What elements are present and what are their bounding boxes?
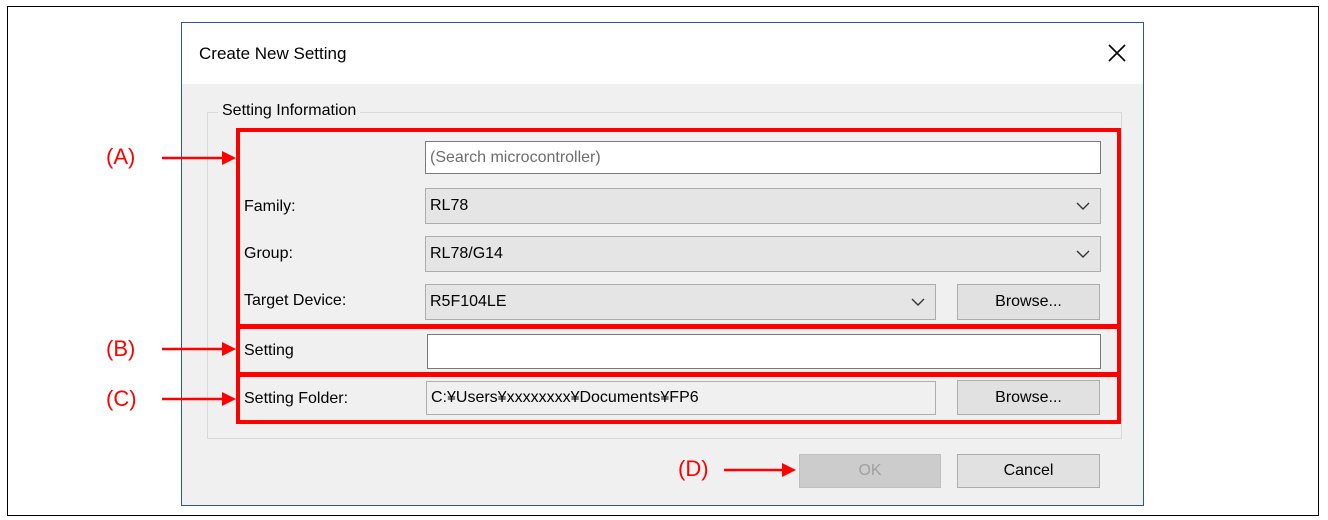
setting-information-label: Setting Information: [218, 102, 361, 120]
callout-b-arrow-icon: [162, 342, 236, 356]
browse-label: Browse...: [995, 293, 1062, 310]
setting-folder-browse-button[interactable]: Browse...: [957, 380, 1100, 415]
group-select[interactable]: RL78/G14: [425, 236, 1101, 272]
setting-folder-input[interactable]: C:¥Users¥xxxxxxxx¥Documents¥FP6: [426, 381, 936, 415]
setting-folder-label: Setting Folder:: [244, 390, 349, 407]
group-label: Group:: [244, 245, 293, 262]
callout-a-label: (A): [106, 144, 136, 169]
setting-folder-value: C:¥Users¥xxxxxxxx¥Documents¥FP6: [431, 389, 699, 406]
search-microcontroller-input[interactable]: (Search microcontroller): [425, 141, 1101, 174]
setting-label: Setting: [244, 342, 294, 359]
callout-c-label: (C): [106, 386, 137, 411]
family-label: Family:: [244, 198, 296, 215]
dialog-title: Create New Setting: [199, 44, 347, 63]
target-device-value: R5F104LE: [430, 293, 507, 310]
callout-b-label: (B): [106, 336, 136, 361]
close-icon: [1108, 44, 1126, 62]
cancel-button[interactable]: Cancel: [957, 454, 1100, 488]
callout-a-arrow-icon: [162, 151, 236, 165]
chevron-down-icon: [1076, 202, 1090, 210]
target-device-select[interactable]: R5F104LE: [425, 284, 936, 320]
callout-c-arrow-icon: [162, 392, 236, 406]
create-new-setting-dialog: Create New Setting Setting Information (…: [181, 22, 1144, 506]
family-select[interactable]: RL78: [425, 188, 1101, 224]
callout-d-label: (D): [678, 456, 709, 481]
family-value: RL78: [430, 197, 469, 214]
title-bar: Create New Setting: [182, 23, 1143, 84]
setting-name-input[interactable]: [427, 334, 1101, 369]
search-placeholder: (Search microcontroller): [430, 148, 601, 166]
chevron-down-icon: [1076, 250, 1090, 258]
callout-d-arrow-icon: [724, 463, 796, 477]
folder-browse-label: Browse...: [995, 388, 1062, 406]
target-device-label: Target Device:: [244, 292, 347, 309]
chevron-down-icon: [911, 298, 925, 306]
ok-label: OK: [858, 462, 882, 479]
ok-button[interactable]: OK: [799, 454, 941, 488]
target-device-browse-button[interactable]: Browse...: [957, 284, 1100, 320]
close-button[interactable]: [1101, 37, 1133, 69]
group-value: RL78/G14: [430, 245, 503, 262]
cancel-label: Cancel: [1003, 462, 1054, 479]
